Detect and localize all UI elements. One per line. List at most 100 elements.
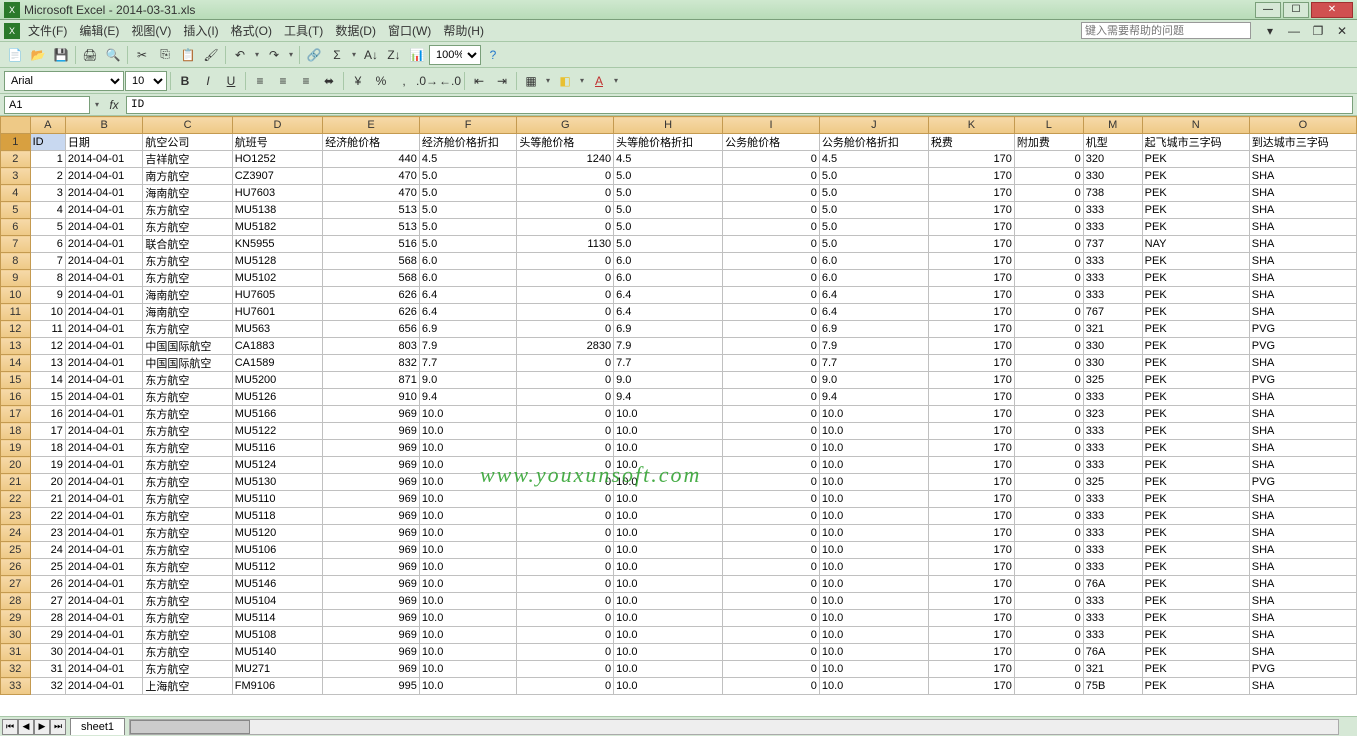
col-header-J[interactable]: J <box>819 117 928 134</box>
cell[interactable]: PEK <box>1142 474 1249 491</box>
cell[interactable]: 333 <box>1083 593 1142 610</box>
cell[interactable]: 10.0 <box>614 661 723 678</box>
cell[interactable]: MU5130 <box>232 474 322 491</box>
cell[interactable]: 0 <box>1014 304 1083 321</box>
cell[interactable]: 170 <box>928 508 1014 525</box>
cell[interactable]: 170 <box>928 559 1014 576</box>
sort-desc-icon[interactable]: Z↓ <box>383 44 405 66</box>
cell[interactable]: 10.0 <box>819 542 928 559</box>
bold-icon[interactable]: B <box>174 70 196 92</box>
cell[interactable]: 7.9 <box>419 338 516 355</box>
cell[interactable]: 6.4 <box>419 304 516 321</box>
cell[interactable]: 0 <box>517 372 614 389</box>
cell[interactable]: 东方航空 <box>143 627 232 644</box>
cell[interactable]: 0 <box>723 372 820 389</box>
cell[interactable]: PEK <box>1142 253 1249 270</box>
cell[interactable]: 516 <box>323 236 420 253</box>
cell[interactable]: 10.0 <box>819 457 928 474</box>
cell[interactable]: 1 <box>30 151 65 168</box>
cell[interactable]: SHA <box>1249 151 1356 168</box>
borders-dropdown[interactable]: ▾ <box>543 76 553 85</box>
cell[interactable]: 东方航空 <box>143 525 232 542</box>
increase-indent-icon[interactable]: ⇥ <box>491 70 513 92</box>
fx-icon[interactable]: fx <box>104 98 124 112</box>
cell[interactable]: KN5955 <box>232 236 322 253</box>
cell[interactable]: 6.0 <box>614 253 723 270</box>
header-cell[interactable]: 税费 <box>928 134 1014 151</box>
cell[interactable]: 170 <box>928 338 1014 355</box>
cell[interactable]: SHA <box>1249 576 1356 593</box>
cell[interactable]: 5.0 <box>819 236 928 253</box>
cell[interactable]: 170 <box>928 593 1014 610</box>
cell[interactable]: 1240 <box>517 151 614 168</box>
cell[interactable]: 10.0 <box>819 661 928 678</box>
cell[interactable]: 333 <box>1083 610 1142 627</box>
hyperlink-icon[interactable]: 🔗 <box>303 44 325 66</box>
cell[interactable]: 0 <box>723 508 820 525</box>
cell[interactable]: 6.4 <box>819 304 928 321</box>
cell[interactable]: 6.9 <box>419 321 516 338</box>
cell[interactable]: 10.0 <box>419 542 516 559</box>
borders-icon[interactable]: ▦ <box>520 70 542 92</box>
cell[interactable]: 12 <box>30 338 65 355</box>
redo-icon[interactable]: ↷ <box>263 44 285 66</box>
cell[interactable]: 170 <box>928 236 1014 253</box>
cell[interactable]: MU5114 <box>232 610 322 627</box>
cell[interactable]: 10.0 <box>419 576 516 593</box>
cell[interactable]: 10.0 <box>614 610 723 627</box>
cell[interactable]: 969 <box>323 593 420 610</box>
cell[interactable]: 333 <box>1083 508 1142 525</box>
cell[interactable]: 0 <box>723 185 820 202</box>
cell[interactable]: 东方航空 <box>143 542 232 559</box>
cell[interactable]: 10.0 <box>819 491 928 508</box>
cell[interactable]: SHA <box>1249 559 1356 576</box>
cell[interactable]: 333 <box>1083 423 1142 440</box>
cell[interactable]: 969 <box>323 644 420 661</box>
cell[interactable]: 10.0 <box>819 627 928 644</box>
cell[interactable]: 325 <box>1083 474 1142 491</box>
menu-7[interactable]: 窗口(W) <box>382 22 437 40</box>
cell[interactable]: 10.0 <box>419 491 516 508</box>
cell[interactable]: PEK <box>1142 678 1249 695</box>
cell[interactable]: 969 <box>323 491 420 508</box>
row-header-8[interactable]: 8 <box>1 253 31 270</box>
cell[interactable]: 0 <box>723 644 820 661</box>
cell[interactable]: 0 <box>1014 287 1083 304</box>
cell[interactable]: PEK <box>1142 372 1249 389</box>
cell[interactable]: 2014-04-01 <box>65 338 142 355</box>
formula-input[interactable]: ID <box>126 96 1353 114</box>
cell[interactable]: 10.0 <box>614 542 723 559</box>
cell[interactable]: MU5104 <box>232 593 322 610</box>
cell[interactable]: 10.0 <box>614 559 723 576</box>
cell[interactable]: 0 <box>517 508 614 525</box>
cell[interactable]: 470 <box>323 168 420 185</box>
cell[interactable]: 10.0 <box>614 678 723 695</box>
cell[interactable]: 969 <box>323 457 420 474</box>
cell[interactable]: 5.0 <box>614 202 723 219</box>
cell[interactable]: 333 <box>1083 525 1142 542</box>
cell[interactable]: 170 <box>928 457 1014 474</box>
cell[interactable]: 28 <box>30 610 65 627</box>
row-header-32[interactable]: 32 <box>1 661 31 678</box>
cell[interactable]: 东方航空 <box>143 661 232 678</box>
header-cell[interactable]: 经济舱价格折扣 <box>419 134 516 151</box>
cell[interactable]: 10.0 <box>614 440 723 457</box>
cell[interactable]: 170 <box>928 389 1014 406</box>
cell[interactable]: 333 <box>1083 559 1142 576</box>
cell[interactable]: PEK <box>1142 610 1249 627</box>
cell[interactable]: MU5106 <box>232 542 322 559</box>
cell[interactable]: MU5140 <box>232 644 322 661</box>
cell[interactable]: PEK <box>1142 423 1249 440</box>
cell[interactable]: 东方航空 <box>143 610 232 627</box>
cell[interactable]: 14 <box>30 372 65 389</box>
cell[interactable]: 东方航空 <box>143 321 232 338</box>
cell[interactable]: 2014-04-01 <box>65 253 142 270</box>
cell[interactable]: 0 <box>517 321 614 338</box>
cell[interactable]: MU563 <box>232 321 322 338</box>
autosum-dropdown[interactable]: ▾ <box>349 50 359 59</box>
cell[interactable]: PEK <box>1142 542 1249 559</box>
close-button[interactable]: ✕ <box>1311 2 1353 18</box>
align-left-icon[interactable]: ≡ <box>249 70 271 92</box>
row-header-12[interactable]: 12 <box>1 321 31 338</box>
cell[interactable]: 2014-04-01 <box>65 627 142 644</box>
